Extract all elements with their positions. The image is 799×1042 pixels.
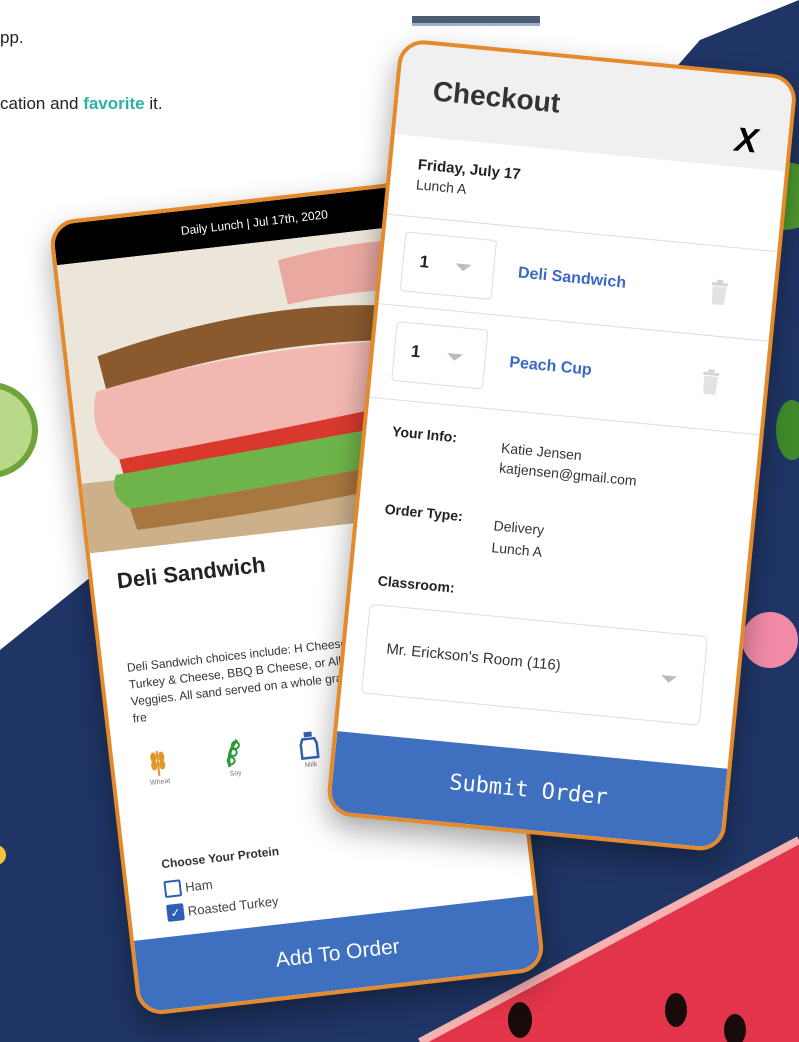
protein-option-ham[interactable]: Ham: [163, 876, 214, 899]
classroom-value: Mr. Erickson's Room (116): [385, 640, 562, 675]
allergen-label: Milk: [304, 761, 318, 770]
allergen-soy: Soy: [212, 736, 256, 779]
chevron-down-icon: [446, 352, 463, 362]
drag-handle: [412, 16, 540, 26]
quantity-value: 1: [410, 341, 422, 362]
intro-text: cation and: [0, 94, 84, 113]
protein-heading: Choose Your Protein: [160, 843, 280, 872]
intro-text: it.: [144, 94, 163, 113]
classroom-label: Classroom:: [377, 572, 456, 596]
chevron-down-icon: [454, 263, 472, 272]
order-type-value: Delivery: [492, 517, 545, 539]
classroom-select[interactable]: Mr. Erickson's Room (116): [361, 603, 709, 726]
intro-text: pp.: [0, 28, 24, 47]
option-label: Roasted Turkey: [187, 893, 280, 919]
order-type-lunch: Lunch A: [490, 539, 543, 560]
trash-icon[interactable]: [708, 279, 730, 307]
allergen-label: Soy: [229, 769, 243, 778]
quantity-select-peach-cup[interactable]: 1: [391, 321, 489, 390]
your-info-label: Your Info:: [391, 423, 458, 446]
intro-line-2: cation and favorite it.: [0, 94, 163, 114]
trash-icon[interactable]: [699, 368, 721, 396]
intro-accent-word: favorite: [83, 94, 145, 113]
pink-dot: [742, 612, 798, 668]
cucumber-slice-image: [0, 383, 38, 477]
order-type-label: Order Type:: [384, 500, 464, 525]
wheat-icon: [150, 750, 166, 777]
allergen-wheat: Wheat: [136, 745, 180, 788]
watermelon-seed: [508, 1002, 532, 1038]
option-label: Ham: [184, 876, 214, 895]
allergen-milk: Milk: [287, 728, 331, 771]
allergen-list: Wheat Soy Milk: [136, 728, 331, 788]
cart-item-deli-sandwich[interactable]: Deli Sandwich: [517, 264, 627, 292]
intro-line-1: pp.: [0, 28, 24, 48]
quantity-select-deli-sandwich[interactable]: 1: [399, 231, 498, 300]
chevron-down-icon: [660, 674, 678, 684]
allergen-label: Wheat: [149, 777, 171, 788]
close-icon[interactable]: X: [733, 121, 759, 162]
checkbox-unchecked[interactable]: [163, 879, 183, 899]
item-title: Deli Sandwich: [115, 551, 267, 594]
checkout-phone: Checkout X Friday, July 17 Lunch A 1 Del…: [325, 38, 799, 853]
soy-icon: [226, 739, 240, 768]
watermelon-seed: [665, 993, 687, 1027]
cart-item-peach-cup[interactable]: Peach Cup: [508, 354, 593, 380]
order-lunch-period: Lunch A: [415, 176, 468, 198]
protein-option-roasted-turkey[interactable]: ✓ Roasted Turkey: [166, 892, 279, 922]
quantity-value: 1: [418, 251, 431, 272]
checkbox-checked-icon[interactable]: ✓: [166, 903, 185, 922]
milk-icon: [299, 731, 320, 761]
